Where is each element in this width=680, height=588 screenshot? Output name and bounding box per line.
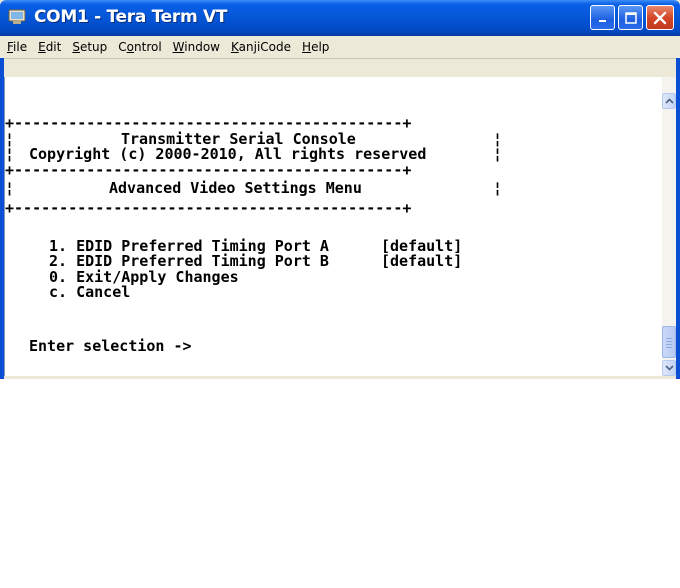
minimize-button[interactable] (590, 5, 615, 30)
scroll-up-button[interactable] (662, 93, 676, 109)
box-border-top: +---------------------------------------… (5, 114, 412, 132)
menu-setup[interactable]: Setup (67, 37, 112, 57)
box-border-middle: +---------------------------------------… (5, 161, 412, 179)
menu-file[interactable]: File (2, 37, 32, 57)
menu-help[interactable]: Help (297, 37, 334, 57)
minimize-icon (598, 19, 606, 22)
window-title: COM1 - Tera Term VT (34, 7, 228, 27)
window-frame-right (676, 58, 680, 379)
option-key: c. (49, 283, 68, 301)
chevron-down-icon (664, 365, 674, 371)
close-icon (653, 11, 667, 24)
tera-term-window: COM1 - Tera Term VT File Edit Setup Control… (0, 0, 680, 379)
scroll-thumb[interactable] (662, 326, 676, 358)
menu-separator-strip (4, 59, 676, 77)
vertical-scrollbar[interactable] (662, 77, 676, 376)
box-side-left: ¦ (5, 145, 15, 163)
maximize-button[interactable] (618, 5, 643, 30)
menu-bar: File Edit Setup Control Window KanjiCode Help (0, 36, 680, 59)
title-bar[interactable]: COM1 - Tera Term VT (0, 0, 680, 36)
menu-title: Advanced Video Settings Menu (109, 179, 362, 197)
menu-window[interactable]: Window (168, 37, 225, 57)
menu-control[interactable]: Control (113, 37, 166, 57)
option-2-value: [default] (381, 252, 463, 270)
scroll-down-button[interactable] (662, 360, 676, 376)
option-2: 2. EDID Preferred Timing Port B (49, 254, 329, 269)
box-side-right: ¦ (493, 179, 503, 197)
menu-kanjicode[interactable]: KanjiCode (226, 37, 296, 57)
terminal-area[interactable]: +---------------------------------------… (4, 77, 663, 376)
box-side-left: ¦ (5, 179, 15, 197)
close-button[interactable] (646, 5, 674, 30)
maximize-icon (624, 11, 637, 24)
box-side-right: ¦ (493, 145, 503, 163)
terminal-text: +---------------------------------------… (5, 77, 502, 587)
option-c: c. Cancel (49, 285, 130, 300)
input-prompt: Enter selection -> (29, 337, 192, 355)
box-border-bottom: +---------------------------------------… (5, 199, 412, 217)
menu-edit[interactable]: Edit (33, 37, 66, 57)
tera-term-app-icon[interactable] (8, 9, 26, 25)
chevron-up-icon (664, 98, 674, 104)
option-label: Cancel (76, 283, 131, 301)
copyright-text: Copyright (c) 2000-2010, All rights rese… (29, 145, 427, 163)
